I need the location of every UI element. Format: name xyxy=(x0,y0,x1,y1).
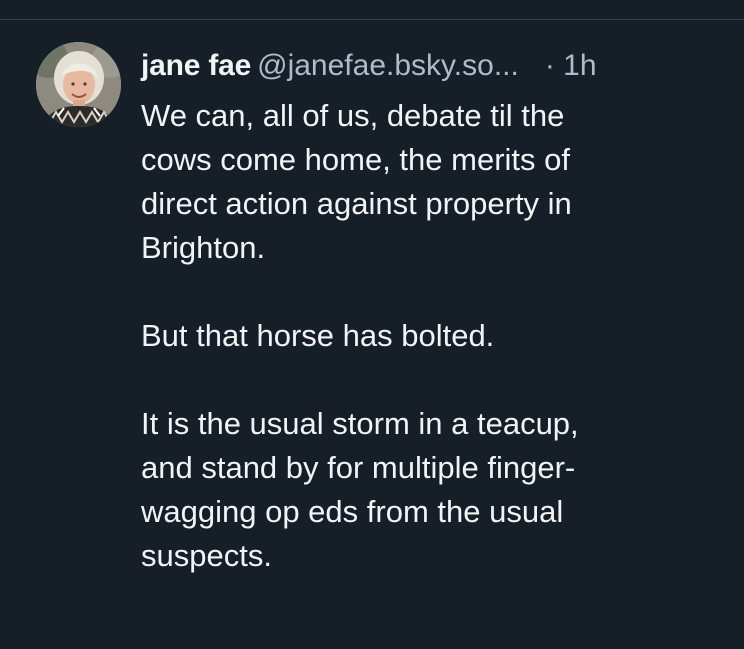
author-avatar[interactable] xyxy=(36,42,121,127)
time-label: 1h xyxy=(563,49,597,82)
text-line: We can, all of us, debate til the xyxy=(141,98,565,133)
time-separator: · xyxy=(544,49,555,82)
author-name[interactable]: jane fae xyxy=(141,49,251,82)
post-paragraph: It is the usual storm in a teacup, and s… xyxy=(141,402,731,578)
text-line: It is the usual storm in a teacup, xyxy=(141,406,579,441)
text-line: wagging op eds from the usual xyxy=(141,494,564,529)
post-timestamp[interactable]: · 1h xyxy=(545,49,597,82)
post-card[interactable]: jane fae @janefae.bsky.so... · 1h We can, … xyxy=(0,20,744,649)
text-line: suspects. xyxy=(141,538,272,573)
text-line: cows come home, the merits of xyxy=(141,142,570,177)
text-line: But that horse has bolted. xyxy=(141,318,495,353)
author-handle[interactable]: @janefae.bsky.so... xyxy=(257,49,519,82)
post-paragraph: But that horse has bolted. xyxy=(141,314,731,358)
post-paragraph: We can, all of us, debate til the cows c… xyxy=(141,94,731,270)
text-line: and stand by for multiple finger- xyxy=(141,450,576,485)
avatar-photo-icon xyxy=(36,42,121,127)
text-line: Brighton. xyxy=(141,230,266,265)
post-header: jane fae @janefae.bsky.so... · 1h xyxy=(141,44,731,88)
text-line: direct action against property in xyxy=(141,186,572,221)
post-text: We can, all of us, debate til the cows c… xyxy=(141,94,731,578)
